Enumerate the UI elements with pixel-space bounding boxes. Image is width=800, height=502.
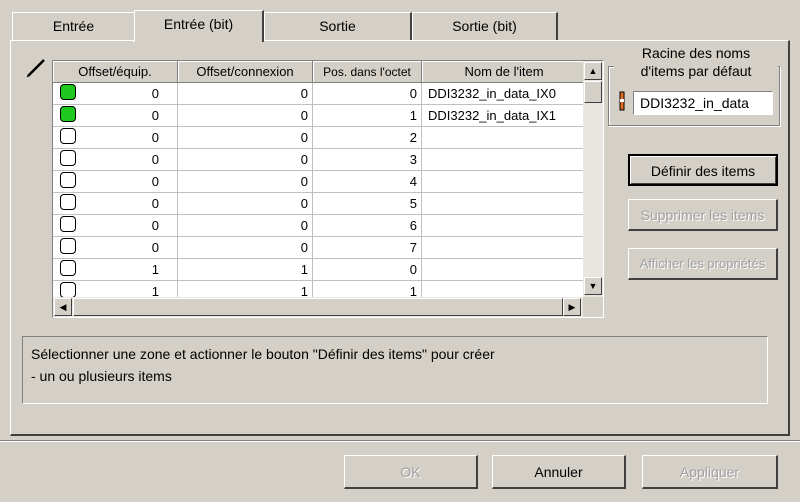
scroll-left-button[interactable]: ◀ (54, 298, 72, 316)
offset-equip-value: 0 (151, 108, 159, 123)
pos-octet-cell[interactable]: 7 (312, 236, 422, 259)
item-name-cell[interactable] (421, 148, 587, 171)
offset-equip-value: 0 (151, 240, 159, 255)
offset-equip-cell[interactable]: 0 (53, 214, 178, 237)
info-box: Sélectionner une zone et actionner le bo… (22, 336, 768, 404)
tab-sortie[interactable]: Sortie (264, 12, 412, 40)
tab-entree[interactable]: Entrée (12, 12, 136, 40)
info-line-1: Sélectionner une zone et actionner le bo… (31, 346, 495, 362)
offset-equip-value: 0 (151, 152, 159, 167)
table-row[interactable]: 003 (53, 148, 587, 171)
offset-equip-value: 0 (151, 86, 159, 101)
tab-sortie-bit[interactable]: Sortie (bit) (412, 12, 558, 40)
root-name-label-line2: d'items par défaut (640, 63, 752, 79)
status-led-inactive-icon (60, 237, 76, 254)
info-line-2: - un ou plusieurs items (31, 368, 172, 384)
ok-button[interactable]: OK (344, 455, 478, 489)
table-row[interactable]: 005 (53, 192, 587, 215)
footer-separator (0, 440, 800, 442)
table-row[interactable]: 002 (53, 126, 587, 149)
offset-equip-cell[interactable]: 0 (53, 104, 178, 127)
offset-connexion-cell[interactable]: 0 (177, 192, 313, 215)
status-led-inactive-icon (60, 193, 76, 210)
pencil-icon (24, 56, 48, 80)
table-row[interactable]: 004 (53, 170, 587, 193)
offset-equip-value: 0 (151, 174, 159, 189)
pos-octet-cell[interactable]: 5 (312, 192, 422, 215)
tab-entree-bit[interactable]: Entrée (bit) (134, 10, 264, 42)
horizontal-scroll-thumb[interactable] (73, 298, 563, 316)
item-name-cell[interactable] (421, 126, 587, 149)
item-name-cell[interactable] (421, 214, 587, 237)
column-header-offset-equip[interactable]: Offset/équip. (53, 61, 178, 83)
vertical-scroll-thumb[interactable] (584, 81, 602, 103)
item-name-cell[interactable] (421, 236, 587, 259)
offset-equip-value: 0 (151, 130, 159, 145)
offset-equip-value: 1 (151, 262, 159, 277)
offset-connexion-cell[interactable]: 0 (177, 214, 313, 237)
table-row[interactable]: 006 (53, 214, 587, 237)
offset-connexion-cell[interactable]: 1 (177, 258, 313, 281)
status-led-active-icon (60, 83, 76, 100)
items-table[interactable]: Offset/équip. Offset/connexion Pos. dans… (52, 60, 604, 318)
pos-octet-cell[interactable]: 1 (312, 104, 422, 127)
offset-equip-cell[interactable]: 0 (53, 192, 178, 215)
offset-equip-cell[interactable]: 0 (53, 170, 178, 193)
pos-octet-cell[interactable]: 2 (312, 126, 422, 149)
offset-equip-value: 0 (151, 196, 159, 211)
apply-button[interactable]: Appliquer (642, 455, 778, 489)
table-row[interactable]: 0 0 0 DDI3232_in_data_IX0 (53, 82, 587, 105)
pos-octet-cell[interactable]: 0 (312, 258, 422, 281)
table-header: Offset/équip. Offset/connexion Pos. dans… (53, 61, 587, 83)
table-row[interactable]: 0 0 1 DDI3232_in_data_IX1 (53, 104, 587, 127)
item-name-cell[interactable] (421, 258, 587, 281)
edit-marker-icon (617, 90, 629, 114)
table-row[interactable]: 110 (53, 258, 587, 281)
offset-connexion-cell[interactable]: 0 (177, 82, 313, 105)
item-name-cell[interactable] (421, 170, 587, 193)
root-name-label: Racine des noms d'items par défaut (614, 44, 778, 82)
status-led-inactive-icon (60, 127, 76, 144)
pos-octet-cell[interactable]: 0 (312, 82, 422, 105)
pos-octet-cell[interactable]: 3 (312, 148, 422, 171)
scrollbar-corner (583, 297, 603, 317)
offset-equip-cell[interactable]: 0 (53, 236, 178, 259)
item-name-cell[interactable]: DDI3232_in_data_IX1 (421, 104, 587, 127)
offset-equip-cell[interactable]: 0 (53, 148, 178, 171)
status-led-active-icon (60, 105, 76, 122)
scroll-up-button[interactable]: ▲ (584, 62, 602, 80)
column-header-offset-connexion[interactable]: Offset/connexion (177, 61, 313, 83)
item-name-cell[interactable]: DDI3232_in_data_IX0 (421, 82, 587, 105)
define-items-button[interactable]: Définir des items (628, 154, 778, 186)
offset-equip-cell[interactable]: 0 (53, 126, 178, 149)
show-properties-button[interactable]: Afficher les propriétés (628, 248, 778, 280)
column-header-nom-item[interactable]: Nom de l'item (421, 61, 587, 83)
column-header-pos-octet[interactable]: Pos. dans l'octet (312, 61, 422, 83)
status-led-inactive-icon (60, 281, 76, 298)
table-row[interactable]: 007 (53, 236, 587, 259)
cancel-button[interactable]: Annuler (492, 455, 626, 489)
offset-connexion-cell[interactable]: 0 (177, 126, 313, 149)
offset-connexion-cell[interactable]: 0 (177, 236, 313, 259)
status-led-inactive-icon (60, 259, 76, 276)
offset-connexion-cell[interactable]: 0 (177, 104, 313, 127)
root-name-label-line1: Racine des noms (641, 45, 751, 61)
pos-octet-cell[interactable]: 6 (312, 214, 422, 237)
scroll-down-button[interactable]: ▼ (584, 277, 602, 295)
root-name-input[interactable]: DDI3232_in_data (633, 91, 773, 115)
delete-items-button[interactable]: Supprimer les items (628, 199, 778, 231)
offset-equip-cell[interactable]: 1 (53, 258, 178, 281)
offset-equip-value: 0 (151, 218, 159, 233)
offset-equip-cell[interactable]: 0 (53, 82, 178, 105)
item-name-cell[interactable] (421, 192, 587, 215)
status-led-inactive-icon (60, 215, 76, 232)
status-led-inactive-icon (60, 149, 76, 166)
scroll-right-button[interactable]: ▶ (563, 298, 581, 316)
offset-connexion-cell[interactable]: 0 (177, 148, 313, 171)
status-led-inactive-icon (60, 171, 76, 188)
offset-connexion-cell[interactable]: 0 (177, 170, 313, 193)
pos-octet-cell[interactable]: 4 (312, 170, 422, 193)
